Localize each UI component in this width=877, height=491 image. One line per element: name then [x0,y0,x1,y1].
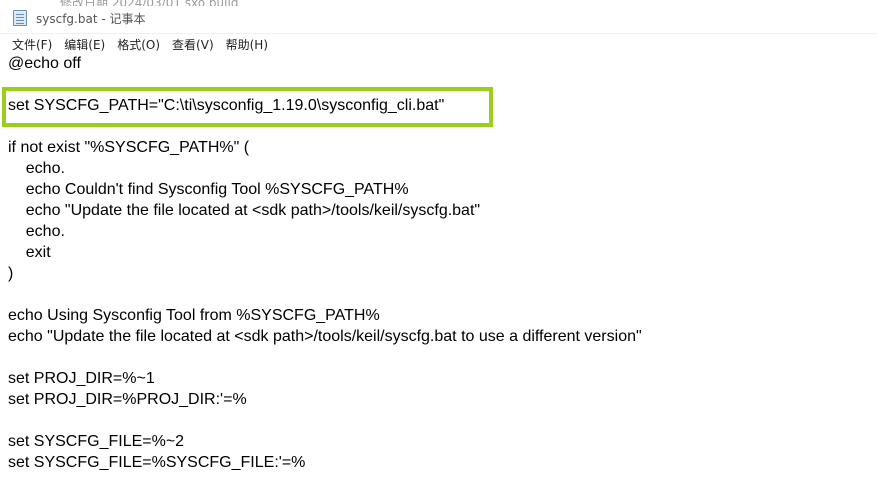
menu-file[interactable]: 文件(F) [0,36,56,53]
menu-help[interactable]: 帮助(H) [218,36,272,53]
menu-edit[interactable]: 编辑(E) [56,36,109,53]
title-bar: 修改日期 2024/03/01 sxo build syscfg.bat - 记… [0,0,877,34]
background-window-fragment: 修改日期 2024/03/01 sxo build [60,0,440,6]
menu-view[interactable]: 查看(V) [164,36,218,53]
code-line: echo Using Sysconfig Tool from %SYSCFG_P… [8,307,380,324]
code-line: echo. [8,223,65,240]
code-line: set PROJ_DIR=%~1 [8,370,155,387]
notepad-icon [13,10,27,26]
code-line: set SYSCFG_FILE=%SYSCFG_FILE:'=% [8,454,306,471]
code-line: set PROJ_DIR=%PROJ_DIR:'=% [8,391,247,408]
code-line: if not exist "%SYSCFG_PATH%" ( [8,139,250,156]
code-line: echo "Update the file located at <sdk pa… [8,328,642,345]
menu-format[interactable]: 格式(O) [109,36,164,53]
code-line: set SYSCFG_FILE=%~2 [8,433,185,450]
code-line: echo "Update the file located at <sdk pa… [8,202,481,219]
code-line: ) [8,265,14,282]
highlight-annotation-box [2,87,493,127]
window-title: syscfg.bat - 记事本 [36,12,146,26]
menu-bar: 文件(F) 编辑(E) 格式(O) 查看(V) 帮助(H) [0,34,877,54]
code-line: echo Couldn't find Sysconfig Tool %SYSCF… [8,181,409,198]
code-line: exit [8,244,51,261]
code-line: echo. [8,160,65,177]
code-line: @echo off [8,55,81,72]
